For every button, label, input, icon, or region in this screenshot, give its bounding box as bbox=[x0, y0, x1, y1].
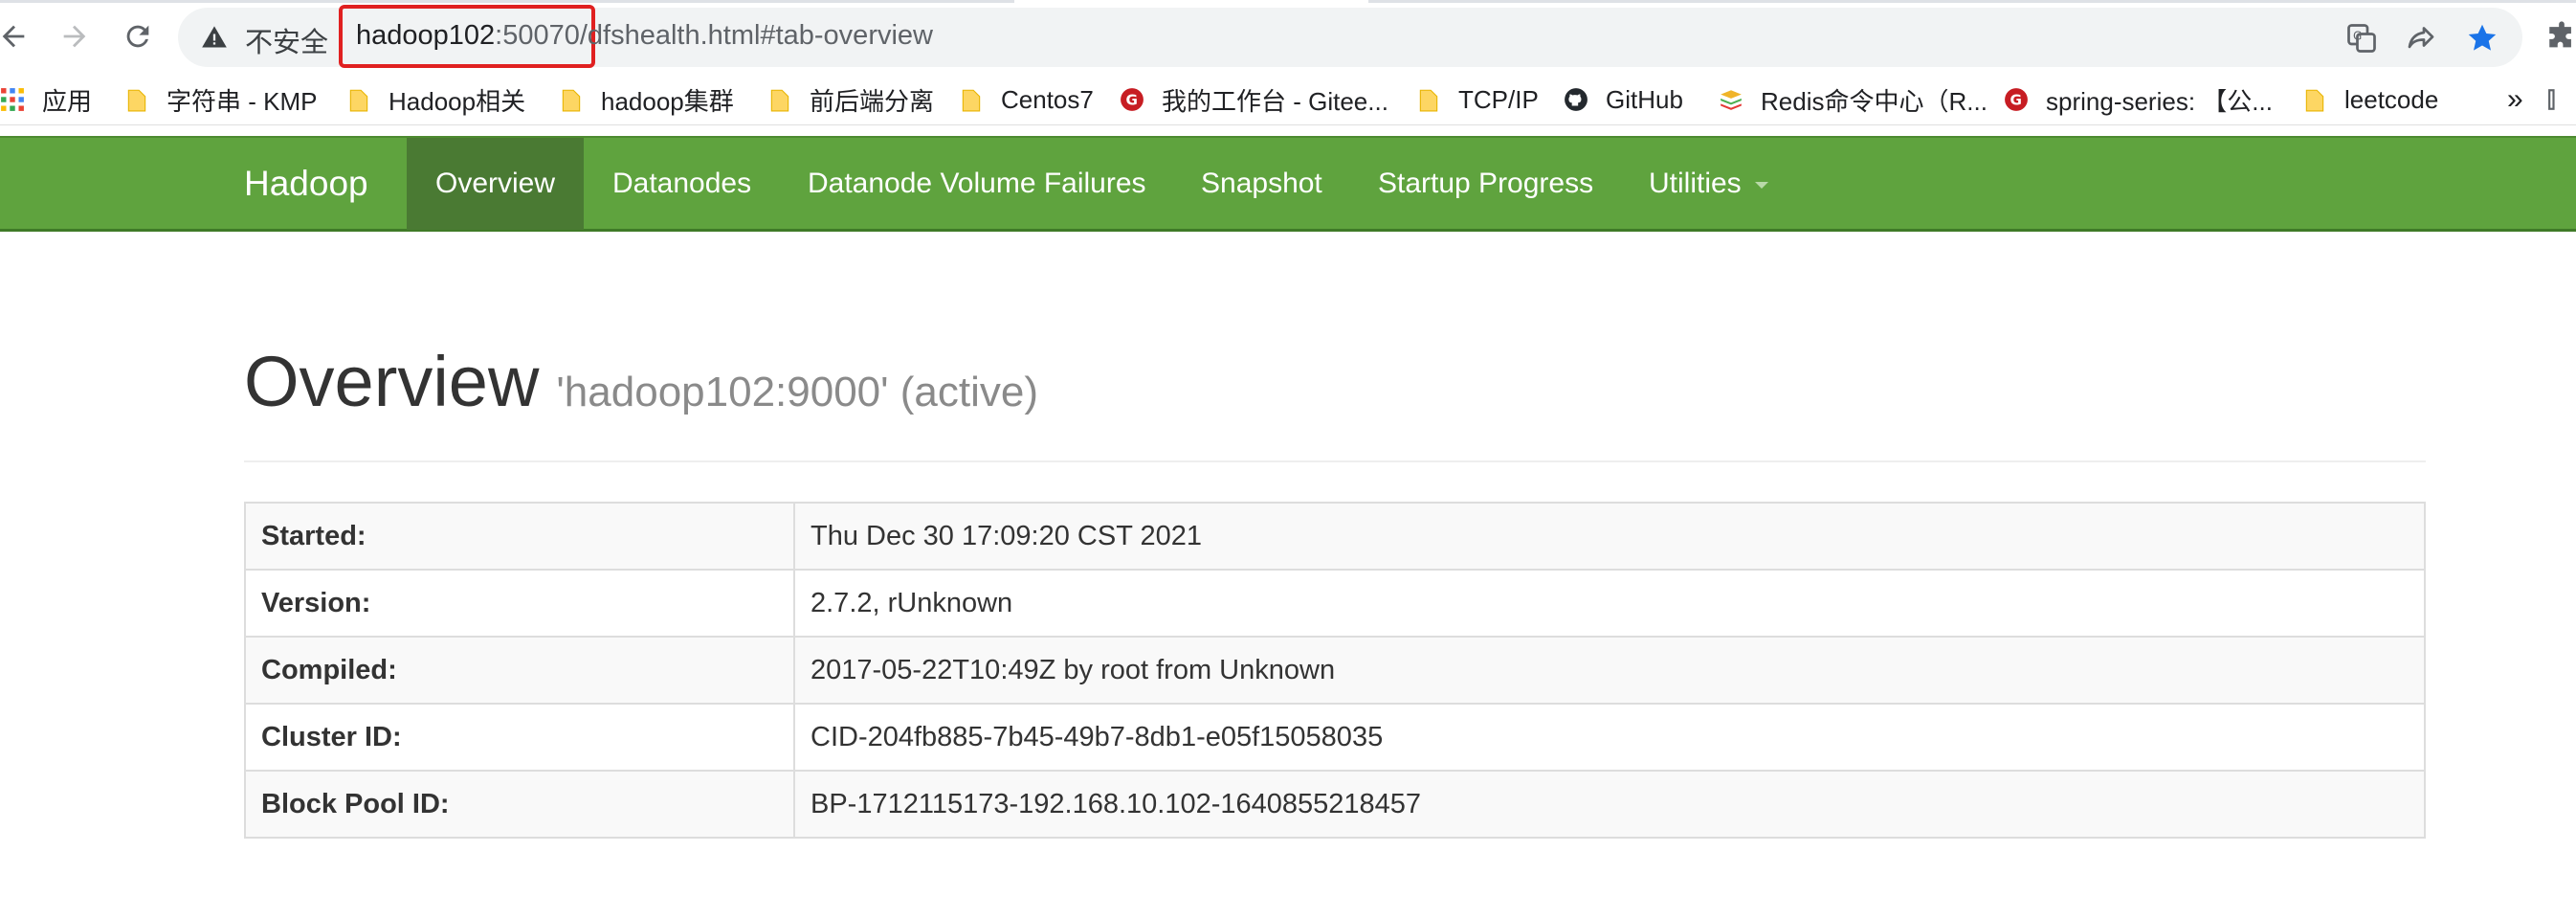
bookmark-label: spring-series: 【公... bbox=[2046, 86, 2273, 116]
nav-menu-utilities[interactable]: Utilities bbox=[1620, 138, 1797, 230]
bookmark-centos7[interactable]: Centos7 bbox=[959, 75, 1094, 124]
translate-icon[interactable]: G bbox=[2344, 21, 2379, 56]
nav-tab-snapshot[interactable]: Snapshot bbox=[1172, 138, 1351, 230]
svg-text:G: G bbox=[1126, 91, 1138, 108]
address-bar[interactable]: 不安全 hadoop102:50070/dfshealth.html#tab-o… bbox=[178, 5, 2522, 68]
bookmark-github[interactable]: GitHub bbox=[1564, 75, 1683, 124]
folder-icon bbox=[349, 89, 368, 112]
bookmarks-bar: 应用 字符串 - KMP Hadoop相关 hadoop集群 前后端分离 Cen… bbox=[0, 75, 2576, 125]
table-row: Cluster ID: CID-204fb885-7b45-49b7-8db1-… bbox=[244, 703, 2426, 772]
bookmark-kmp[interactable]: 字符串 - KMP bbox=[124, 75, 317, 124]
overview-info-table: Started: Thu Dec 30 17:09:20 CST 2021 Ve… bbox=[244, 502, 2426, 839]
hadoop-navbar: Hadoop Overview Datanodes Datanode Volum… bbox=[0, 136, 2576, 232]
svg-text:G: G bbox=[2010, 91, 2022, 108]
url-path: /dfshealth.html#tab-overview bbox=[579, 20, 933, 51]
bookmark-label: Hadoop相关 bbox=[389, 86, 526, 116]
bookmark-frontend-backend[interactable]: 前后端分离 bbox=[767, 75, 934, 124]
warning-icon[interactable] bbox=[201, 24, 228, 51]
utilities-label: Utilities bbox=[1649, 168, 1742, 199]
bookmark-tcpip[interactable]: TCP/IP bbox=[1416, 75, 1539, 124]
nav-tab-datanodes[interactable]: Datanodes bbox=[584, 138, 780, 230]
row-value: CID-204fb885-7b45-49b7-8db1-e05f15058035 bbox=[793, 703, 2426, 772]
back-button[interactable] bbox=[0, 13, 36, 59]
folder-icon bbox=[127, 89, 146, 112]
bookmark-label: 我的工作台 - Gitee... bbox=[1162, 86, 1388, 116]
bookmark-hadoop-related[interactable]: Hadoop相关 bbox=[346, 75, 525, 124]
table-row: Block Pool ID: BP-1712115173-192.168.10.… bbox=[244, 770, 2426, 839]
url-host: hadoop102 bbox=[356, 20, 496, 51]
bookmark-redis[interactable]: Redis命令中心（R... bbox=[1719, 75, 1988, 124]
bookmark-label: Centos7 bbox=[1001, 84, 1094, 114]
bookmark-label: 应用 bbox=[42, 86, 93, 116]
gitee-icon: G bbox=[1121, 88, 1144, 111]
row-value: Thu Dec 30 17:09:20 CST 2021 bbox=[793, 502, 2426, 571]
bookmark-leetcode[interactable]: leetcode bbox=[2302, 75, 2438, 124]
folder-icon bbox=[2305, 89, 2324, 112]
browser-toolbar: 不安全 hadoop102:50070/dfshealth.html#tab-o… bbox=[0, 0, 2576, 75]
table-row: Started: Thu Dec 30 17:09:20 CST 2021 bbox=[244, 502, 2426, 571]
bookmark-label: Redis命令中心（R... bbox=[1761, 86, 1988, 116]
folder-icon bbox=[770, 89, 789, 112]
bookmark-label: leetcode bbox=[2344, 84, 2439, 114]
row-key: Block Pool ID: bbox=[244, 770, 795, 839]
redis-icon bbox=[1721, 90, 1742, 110]
bookmark-apps[interactable]: 应用 bbox=[0, 75, 92, 124]
extensions-puzzle-icon[interactable] bbox=[2545, 20, 2576, 53]
tab-strip-edge bbox=[0, 0, 2576, 3]
folder-icon bbox=[562, 89, 581, 112]
row-value: 2017-05-22T10:49Z by root from Unknown bbox=[793, 636, 2426, 705]
bookmark-star-icon[interactable] bbox=[2465, 21, 2499, 56]
page-header: Overview 'hadoop102:9000' (active) bbox=[244, 341, 1038, 422]
row-value: 2.7.2, rUnknown bbox=[793, 569, 2426, 638]
url-port: :50070 bbox=[495, 20, 580, 51]
nav-tab-overview[interactable]: Overview bbox=[407, 138, 584, 230]
folder-icon bbox=[1419, 89, 1438, 112]
reload-icon bbox=[126, 25, 149, 48]
share-icon[interactable] bbox=[2404, 21, 2438, 56]
row-key: Started: bbox=[244, 502, 795, 571]
gitee-icon: G bbox=[2005, 88, 2028, 111]
navbar-brand[interactable]: Hadoop bbox=[244, 138, 368, 230]
bookmarks-overflow-button[interactable]: » bbox=[2507, 75, 2523, 124]
security-label[interactable]: 不安全 bbox=[245, 20, 328, 60]
nav-tab-startup-progress[interactable]: Startup Progress bbox=[1349, 138, 1622, 230]
dropdown-caret-icon bbox=[1754, 181, 1768, 189]
bookmark-label: GitHub bbox=[1606, 84, 1683, 114]
reload-button[interactable] bbox=[115, 13, 161, 59]
bookmark-label: 前后端分离 bbox=[810, 86, 935, 116]
row-value: BP-1712115173-192.168.10.102-16408552184… bbox=[793, 770, 2426, 839]
github-icon bbox=[1565, 88, 1588, 111]
url-text[interactable]: hadoop102:50070/dfshealth.html#tab-overv… bbox=[356, 20, 933, 52]
row-key: Version: bbox=[244, 569, 795, 638]
table-row: Compiled: 2017-05-22T10:49Z by root from… bbox=[244, 636, 2426, 705]
bookmark-label: hadoop集群 bbox=[601, 86, 734, 116]
table-row: Version: 2.7.2, rUnknown bbox=[244, 569, 2426, 638]
bookmark-label: TCP/IP bbox=[1458, 84, 1539, 114]
row-key: Compiled: bbox=[244, 636, 795, 705]
page-title: Overview bbox=[244, 342, 540, 421]
reading-list-icon bbox=[2548, 89, 2555, 110]
svg-text:G: G bbox=[2353, 30, 2362, 43]
nav-tab-volume-failures[interactable]: Datanode Volume Failures bbox=[779, 138, 1175, 230]
bookmark-spring-series[interactable]: G spring-series: 【公... bbox=[2004, 75, 2273, 124]
bookmark-label: 字符串 - KMP bbox=[167, 86, 318, 116]
header-divider bbox=[244, 460, 2426, 462]
bookmark-hadoop-cluster[interactable]: hadoop集群 bbox=[559, 75, 734, 124]
reading-list-button[interactable] bbox=[2547, 75, 2572, 124]
forward-button[interactable] bbox=[52, 13, 98, 59]
page-subtitle: 'hadoop102:9000' (active) bbox=[556, 369, 1039, 415]
apps-grid-icon bbox=[1, 88, 24, 111]
arrow-left-icon bbox=[2, 25, 25, 48]
row-key: Cluster ID: bbox=[244, 703, 795, 772]
arrow-right-icon bbox=[63, 25, 86, 48]
bookmark-gitee-workbench[interactable]: G 我的工作台 - Gitee... bbox=[1120, 75, 1388, 124]
folder-icon bbox=[962, 89, 981, 112]
